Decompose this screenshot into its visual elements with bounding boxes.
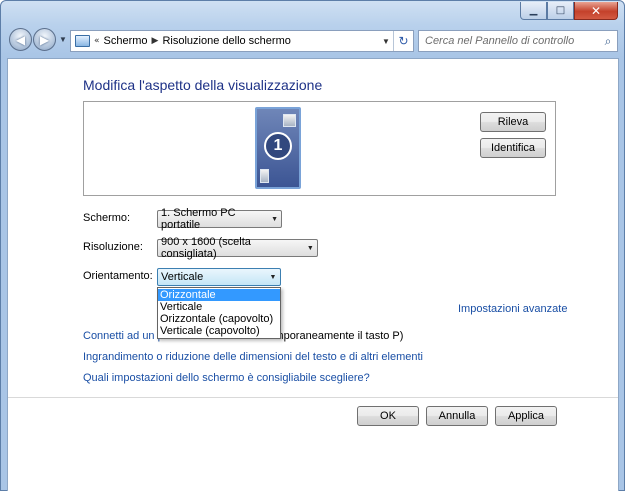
text-size-link[interactable]: Ingrandimento o riduzione delle dimensio… [83, 351, 423, 363]
monitor-1[interactable]: 1 [255, 107, 301, 189]
chevron-down-icon: ▼ [306, 244, 314, 252]
orientation-option-landscape[interactable]: Orizzontale [158, 289, 280, 301]
cancel-button[interactable]: Annulla [426, 406, 488, 426]
refresh-icon: ↻ [398, 34, 409, 48]
breadcrumb-separator-icon[interactable]: ▶ [152, 36, 159, 46]
breadcrumb-overflow-icon[interactable]: « [94, 36, 100, 46]
search-input[interactable]: Cerca nel Pannello di controllo [425, 35, 599, 47]
back-button[interactable]: ◀ [9, 28, 32, 51]
address-dropdown-icon[interactable]: ▼ [379, 37, 393, 46]
maximize-button[interactable]: □ [547, 2, 574, 20]
address-bar[interactable]: « Schermo ▶ Risoluzione dello schermo ▼ … [70, 30, 414, 52]
desktop-window-icon [260, 169, 269, 183]
detect-button[interactable]: Rileva [480, 112, 546, 132]
control-panel-icon [75, 35, 90, 47]
display-select[interactable]: 1. Schermo PC portatile ▼ [157, 207, 282, 231]
monitor-preview-area: 1 Rileva Identifica [83, 101, 556, 196]
resolution-select[interactable]: 900 x 1600 (scelta consigliata) ▼ [157, 236, 318, 260]
connect-projector-link[interactable]: Connetti ad un p [83, 330, 164, 342]
divider [8, 397, 618, 398]
minimize-icon: ▁ [529, 5, 538, 16]
identify-button[interactable]: Identifica [480, 138, 546, 158]
which-settings-link[interactable]: Quali impostazioni dello schermo è consi… [83, 372, 370, 384]
desktop-window-icon [283, 114, 296, 127]
forward-arrow-icon: ▶ [39, 32, 50, 47]
chevron-down-icon: ▼ [59, 35, 67, 44]
ok-button[interactable]: OK [357, 406, 419, 426]
display-select-value: 1. Schermo PC portatile [161, 207, 236, 231]
monitor-number-badge: 1 [264, 132, 292, 160]
recent-pages-dropdown[interactable]: ▼ [59, 35, 67, 44]
forward-button[interactable]: ▶ [33, 28, 56, 51]
chevron-down-icon: ▼ [271, 215, 279, 223]
refresh-button[interactable]: ↻ [393, 31, 413, 51]
advanced-settings-link[interactable]: Impostazioni avanzate [458, 303, 567, 315]
breadcrumb-schermo[interactable]: Schermo [104, 35, 148, 47]
breadcrumb-risoluzione[interactable]: Risoluzione dello schermo [162, 35, 290, 47]
orientation-option-portrait[interactable]: Verticale [158, 301, 280, 313]
maximize-icon: □ [555, 5, 566, 16]
page-title: Modifica l'aspetto della visualizzazione [83, 77, 323, 93]
orientation-select[interactable]: Verticale ▼ [157, 268, 281, 286]
orientation-label: Orientamento: [83, 270, 153, 282]
caption-buttons: ▁ □ ✕ [520, 2, 618, 20]
navigation-bar: ◀ ▶ ▼ « Schermo ▶ Risoluzione dello sche… [7, 28, 620, 54]
search-icon[interactable]: ⌕ [599, 34, 617, 49]
resolution-select-value: 900 x 1600 (scelta consigliata) [161, 236, 251, 260]
orientation-option-portrait-flipped[interactable]: Verticale (capovolto) [158, 325, 280, 337]
minimize-button[interactable]: ▁ [520, 2, 547, 20]
orientation-dropdown-list: Orizzontale Verticale Orizzontale (capov… [157, 287, 281, 339]
main-content: Modifica l'aspetto della visualizzazione… [7, 58, 619, 491]
close-button[interactable]: ✕ [574, 2, 618, 20]
chevron-down-icon: ▼ [269, 273, 277, 281]
orientation-option-landscape-flipped[interactable]: Orizzontale (capovolto) [158, 313, 280, 325]
orientation-select-value: Verticale [161, 271, 204, 283]
resolution-label: Risoluzione: [83, 241, 143, 253]
display-label: Schermo: [83, 212, 131, 224]
close-icon: ✕ [590, 3, 602, 18]
back-arrow-icon: ◀ [15, 32, 26, 47]
search-box[interactable]: Cerca nel Pannello di controllo ⌕ [418, 30, 618, 52]
window-frame: ▁ □ ✕ ◀ ▶ ▼ « Schermo ▶ Risoluzione dell… [0, 0, 625, 491]
apply-button[interactable]: Applica [495, 406, 557, 426]
